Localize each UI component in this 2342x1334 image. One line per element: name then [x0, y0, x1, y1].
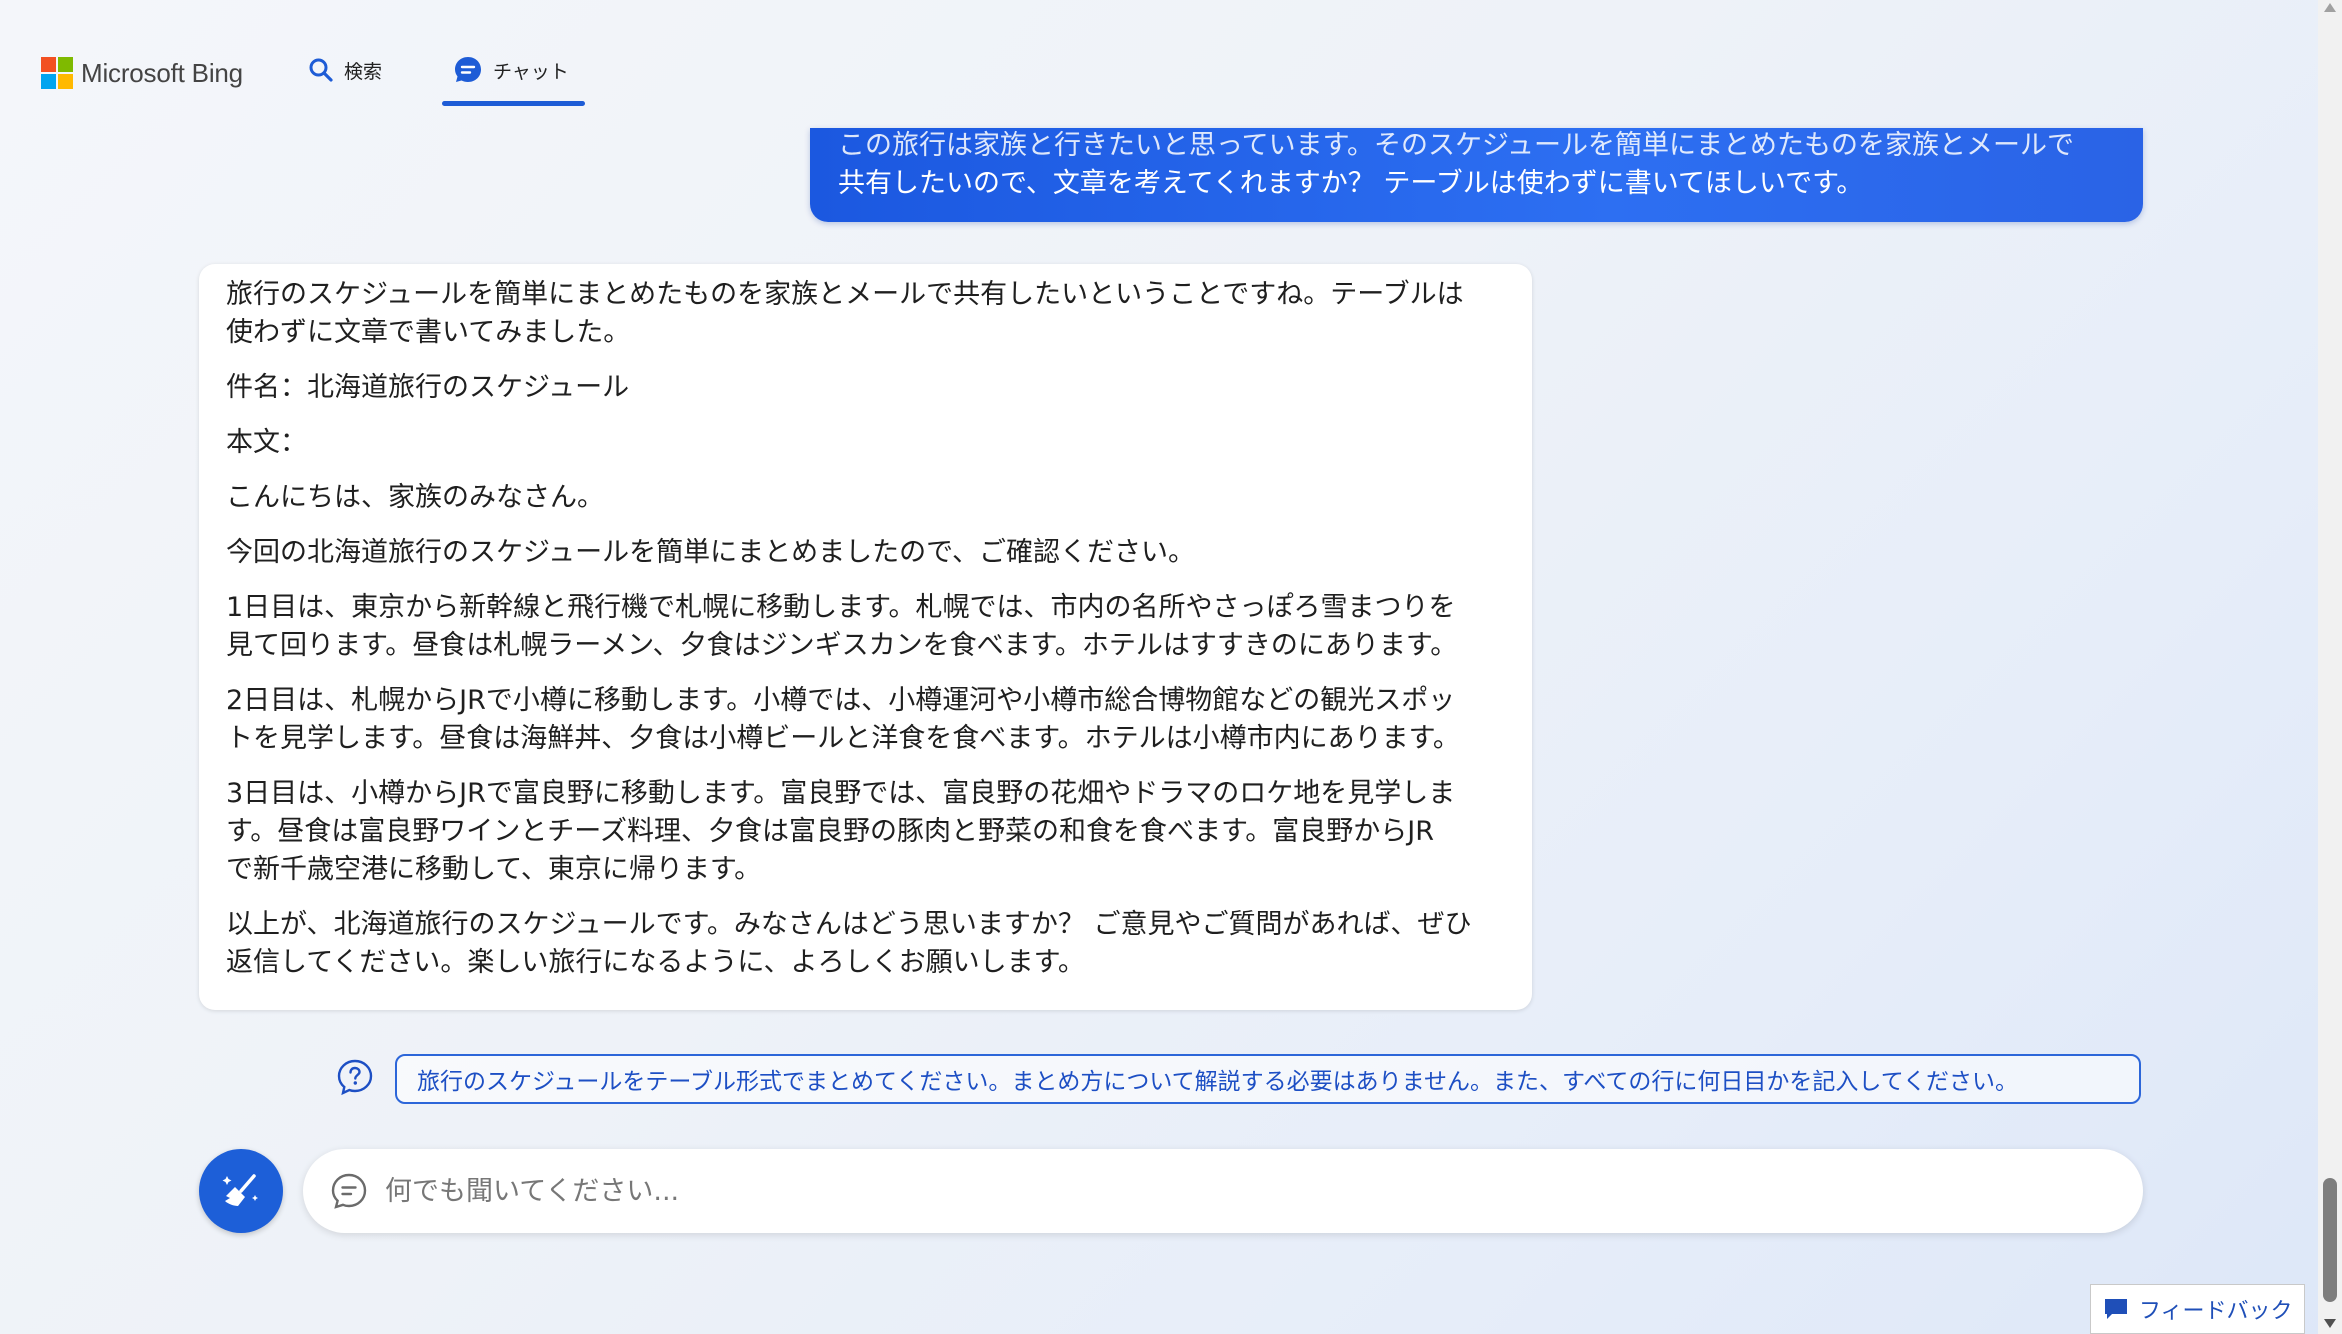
text-line: 今回の北海道旅行のスケジュールを簡単にまとめましたので、ご確認ください。 — [226, 537, 1196, 568]
nav-search-label: 検索 — [344, 60, 383, 83]
text-line: 返信してください。楽しい旅行になるように、よろしくお願いします。 — [226, 947, 1085, 978]
scroll-up-arrow-icon[interactable] — [2324, 3, 2336, 12]
chat-icon — [455, 57, 481, 82]
logo-text: Microsoft Bing — [81, 57, 243, 88]
day2-paragraph: 2日目は、札幌からJRで小樽に移動します。小樽では、小樽運河や小樽市総合博物館な… — [226, 682, 1505, 758]
text-line: トを見学します。昼食は海鮮丼、夕食は小樽ビールと洋食を食べます。ホテルは小樽市内… — [226, 723, 1460, 754]
text-line: 使わずに文章で書いてみました。 — [226, 317, 631, 348]
text-line: 本文： — [226, 427, 307, 458]
email-lead: 今回の北海道旅行のスケジュールを簡単にまとめましたので、ご確認ください。 — [226, 534, 1505, 572]
user-message-bubble: この旅行は家族と行きたいと思っています。そのスケジュールを簡単にまとめたものを家… — [810, 128, 2143, 222]
microsoft-logo-icon — [41, 57, 73, 89]
user-message-line: 共有したいので、文章を考えてくれますか？ テーブルは使わずに書いてほしいです。 — [838, 168, 1864, 199]
search-icon — [309, 58, 333, 82]
text-line: 件名：北海道旅行のスケジュール — [226, 372, 630, 403]
email-subject: 件名：北海道旅行のスケジュール — [226, 369, 1505, 407]
text-line: す。昼食は富良野ワインとチーズ料理、夕食は富良野の豚肉と野菜の和食を食べます。富… — [226, 816, 1434, 847]
day3-paragraph: 3日目は、小樽からJRで富良野に移動します。富良野では、富良野の花畑やドラマのロ… — [226, 775, 1505, 889]
vertical-scrollbar[interactable] — [2318, 0, 2342, 1334]
feedback-icon — [2105, 1299, 2127, 1319]
nav-search[interactable]: 検索 — [308, 52, 382, 88]
email-greeting: こんにちは、家族のみなさん。 — [226, 479, 1505, 517]
text-line: 2日目は、札幌からJRで小樽に移動します。小樽では、小樽運河や小樽市総合博物館な… — [226, 685, 1456, 716]
response-intro: 旅行のスケジュールを簡単にまとめたものを家族とメールで共有したいということですね… — [226, 276, 1505, 352]
text-line: で新千歳空港に移動して、東京に帰ります。 — [226, 854, 762, 885]
new-topic-button[interactable] — [199, 1149, 283, 1233]
feedback-label: フィードバック — [2139, 1299, 2293, 1324]
closing-paragraph: 以上が、北海道旅行のスケジュールです。みなさんはどう思いますか？ ご意見やご質問… — [226, 906, 1505, 982]
user-message-line: この旅行は家族と行きたいと思っています。そのスケジュールを簡単にまとめたものを家… — [838, 130, 2075, 161]
question-icon — [337, 1059, 373, 1096]
email-body-label: 本文： — [226, 424, 1505, 462]
chat-bubble-icon — [331, 1173, 367, 1209]
active-tab-indicator — [442, 101, 585, 106]
text-line: 1日目は、東京から新幹線と飛行機で札幌に移動します。札幌では、市内の名所やさっぽ… — [226, 592, 1456, 623]
scroll-down-arrow-icon[interactable] — [2324, 1319, 2336, 1328]
chat-input-container[interactable] — [303, 1149, 2143, 1233]
feedback-button[interactable]: フィードバック — [2090, 1284, 2305, 1334]
broom-icon — [222, 1174, 258, 1206]
text-line: 旅行のスケジュールを簡単にまとめたものを家族とメールで共有したいということですね… — [226, 279, 1464, 310]
microsoft-bing-logo[interactable]: Microsoft Bing — [41, 56, 243, 90]
scroll-thumb[interactable] — [2323, 1178, 2337, 1302]
text-line: 見て回ります。昼食は札幌ラーメン、夕食はジンギスカンを食べます。ホテルはすすきの… — [226, 630, 1458, 661]
day1-paragraph: 1日目は、東京から新幹線と飛行機で札幌に移動します。札幌では、市内の名所やさっぽ… — [226, 589, 1505, 665]
text-line: 3日目は、小樽からJRで富良野に移動します。富良野では、富良野の花畑やドラマのロ… — [226, 778, 1456, 809]
text-line: 以上が、北海道旅行のスケジュールです。みなさんはどう思いますか？ ご意見やご質問… — [226, 909, 1472, 940]
nav-chat-label: チャット — [493, 60, 569, 83]
nav-chat[interactable]: チャット — [453, 52, 569, 88]
text-line: こんにちは、家族のみなさん。 — [226, 482, 604, 513]
suggestion-chip[interactable]: 旅行のスケジュールをテーブル形式でまとめてください。まとめ方について解説する必要… — [395, 1054, 2141, 1104]
bot-response-card: 旅行のスケジュールを簡単にまとめたものを家族とメールで共有したいということですね… — [199, 264, 1532, 1010]
chat-input[interactable] — [383, 1174, 2087, 1208]
